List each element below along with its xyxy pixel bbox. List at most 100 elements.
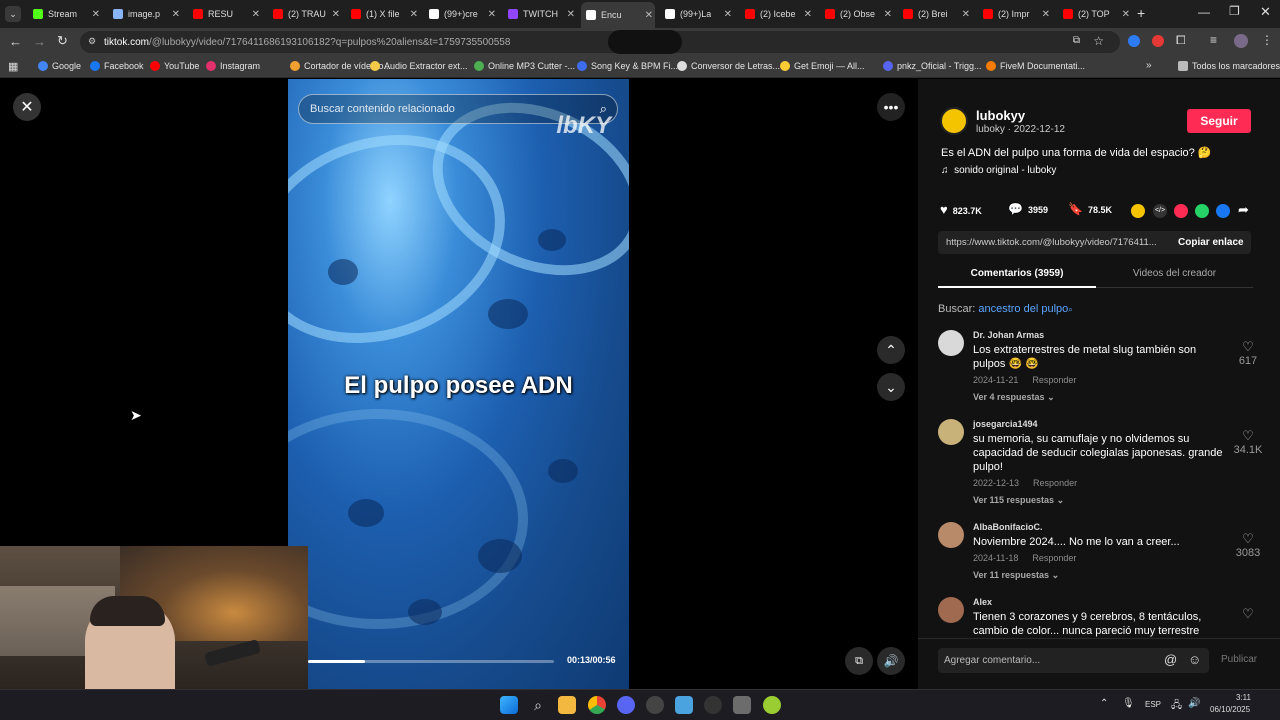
comment-like[interactable]: ♡ 617 [1228,339,1268,367]
comment-username[interactable]: Alex [973,597,992,607]
save-stat[interactable]: 🔖 78.5K [1068,202,1112,216]
bookmark-item[interactable]: Conversor de Letras... [677,61,780,71]
view-replies-button[interactable]: Ver 11 respuestas ⌄ [973,570,1059,581]
bookmark-item[interactable]: Online MP3 Cutter -... [474,61,575,71]
comment-like[interactable]: ♡ [1228,606,1268,622]
start-icon[interactable] [500,696,518,714]
browser-tab[interactable]: RESU ✕ [188,4,262,24]
browser-tab[interactable]: (2) Impr ✕ [978,4,1052,24]
network-icon[interactable]: 🖧 [1171,698,1182,715]
browser-tab[interactable]: (99+)cre ✕ [424,4,498,24]
address-bar[interactable]: ⚙ tiktok.com/@lubokyy/video/717641168619… [80,31,1120,53]
forward-icon[interactable]: → [33,34,46,49]
minimize-button[interactable]: — [1198,5,1210,19]
video-frame[interactable]: Buscar contenido relacionado ⌕ lbKY El p… [288,79,629,689]
tab-close-icon[interactable]: ✕ [172,9,180,20]
like-stat[interactable]: ♥ 823.7K [940,202,982,217]
app-icon-circle[interactable] [646,696,664,714]
send-icon[interactable] [1174,204,1188,218]
tab-close-icon[interactable]: ✕ [92,9,100,20]
browser-tab[interactable]: Stream ✕ [28,4,102,24]
mention-icon[interactable]: @ [1164,652,1177,667]
bookmark-item[interactable]: Song Key & BPM Fi... [577,61,678,71]
share-coin-icon[interactable] [1131,204,1145,218]
tab-close-icon[interactable]: ✕ [962,9,970,20]
volume-tray-icon[interactable]: 🔊 [1188,698,1200,709]
comment-avatar[interactable] [938,330,964,356]
tab-close-icon[interactable]: ✕ [884,9,892,20]
close-icon[interactable]: ✕ [13,93,41,121]
floating-player-icon[interactable]: ⧉ [845,647,873,675]
tab-list-button[interactable]: ⌄ [5,6,21,22]
chevron-down-icon[interactable]: ⌄ [877,373,905,401]
post-comment-button[interactable]: Publicar [1221,654,1257,665]
facebook-icon[interactable] [1216,204,1230,218]
back-icon[interactable]: ← [9,34,22,49]
editor-icon[interactable] [733,696,751,714]
cast-icon[interactable]: ⧉ [1073,35,1080,46]
share-url[interactable]: https://www.tiktok.com/@lubokyy/video/71… [946,237,1161,248]
browser-tab[interactable]: (2) Obse ✕ [820,4,894,24]
microphone-tray-icon[interactable]: 🎙 [1122,698,1135,709]
video-progress-bar[interactable] [308,660,554,663]
menu-kebab-icon[interactable]: ⋮ [1261,33,1273,47]
tab-comments[interactable]: Comentarios (3959) [938,261,1096,288]
tab-close-icon[interactable]: ✕ [252,9,260,20]
emoji-icon[interactable]: ☺ [1188,652,1201,667]
file-explorer-icon[interactable] [558,696,576,714]
tab-close-icon[interactable]: ✕ [645,10,653,21]
tab-close-icon[interactable]: ✕ [567,9,575,20]
tab-close-icon[interactable]: ✕ [488,9,496,20]
follow-button[interactable]: Seguir [1187,109,1251,133]
related-search-line[interactable]: Buscar: ancestro del pulpo⌕ [938,303,1073,315]
chevron-up-icon[interactable]: ⌃ [877,336,905,364]
reply-button[interactable]: Responder [1033,478,1077,488]
bookmark-item[interactable]: Google [38,61,81,71]
browser-tab[interactable]: (99+)La ✕ [660,4,734,24]
extensions-puzzle-icon[interactable]: ⧠ [1176,33,1186,48]
comment-username[interactable]: AlbaBonifacioC. [973,522,1043,532]
search-term-link[interactable]: ancestro del pulpo [978,303,1068,315]
author-avatar[interactable] [940,107,968,135]
clock-date[interactable]: 06/10/2025 [1210,705,1250,714]
volume-icon[interactable]: 🔊 [877,647,905,675]
more-options-icon[interactable]: ••• [877,93,905,121]
game-icon[interactable] [763,696,781,714]
tab-close-icon[interactable]: ✕ [804,9,812,20]
embed-icon[interactable]: </> [1153,204,1167,218]
close-window-button[interactable]: ✕ [1260,4,1271,20]
reload-icon[interactable]: ↻ [57,33,68,49]
browser-tab[interactable]: (2) Brei ✕ [898,4,972,24]
bookmark-item[interactable]: Audio Extractor ext... [370,61,468,71]
media-player-icon[interactable] [704,696,722,714]
comment-avatar[interactable] [938,522,964,548]
comment-avatar[interactable] [938,597,964,623]
all-bookmarks-folder[interactable]: Todos los marcadores [1178,61,1280,71]
discord-icon[interactable] [617,696,635,714]
comment-avatar[interactable] [938,419,964,445]
tab-close-icon[interactable]: ✕ [724,9,732,20]
search-taskbar-icon[interactable]: ⌕ [529,696,547,714]
clock-time[interactable]: 3:11 [1236,693,1251,702]
comment-like[interactable]: ♡ 3083 [1228,531,1268,559]
bookmark-item[interactable]: Facebook [90,61,144,71]
bookmark-item[interactable]: FiveM Documentati... [986,61,1085,71]
tab-close-icon[interactable]: ✕ [332,9,340,20]
site-info-icon[interactable]: ⚙ [88,36,96,47]
browser-tab[interactable]: (1) X file ✕ [346,4,420,24]
bookmark-item[interactable]: Instagram [206,61,260,71]
browser-tab[interactable]: image.p ✕ [108,4,182,24]
tray-chevron-icon[interactable]: ⌃ [1100,698,1108,709]
browser-tab[interactable]: (2) TRAU ✕ [268,4,342,24]
reply-button[interactable]: Responder [1032,553,1076,563]
comment-username[interactable]: josegarcia1494 [973,419,1038,429]
media-overlay-badge[interactable] [608,30,682,54]
share-arrow-icon[interactable]: ➦ [1238,202,1249,218]
sound-row[interactable]: ♫ sonido original - luboky [941,165,1056,176]
comment-stat[interactable]: 💬 3959 [1008,202,1048,216]
apps-grid-icon[interactable]: ▦ [8,60,18,73]
comment-username[interactable]: Dr. Johan Armas [973,330,1044,340]
tab-close-icon[interactable]: ✕ [1122,9,1130,20]
reading-list-icon[interactable]: ≡ [1210,33,1217,47]
whatsapp-icon[interactable] [1195,204,1209,218]
